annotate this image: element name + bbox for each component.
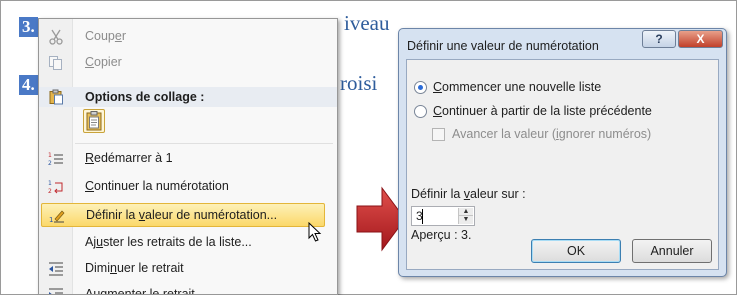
- menu-item-continue-numbering[interactable]: 12 Continuer la numérotation: [39, 175, 337, 199]
- paste-options-header: Options de collage :: [39, 87, 337, 107]
- set-numbering-value-icon: 1: [49, 208, 65, 224]
- menu-item-label: Diminuer le retrait: [85, 261, 184, 275]
- svg-text:2: 2: [48, 188, 52, 195]
- text-caret: [422, 209, 423, 224]
- numbering-value-spinner[interactable]: 3 ▲ ▼: [411, 206, 475, 226]
- checkbox-advance-value[interactable]: Avancer la valeur (ignorer numéros): [432, 127, 651, 141]
- increase-indent-icon: [48, 287, 64, 294]
- help-icon: ?: [655, 32, 663, 46]
- menu-item-label: Définir la valeur de numérotation...: [86, 208, 278, 222]
- svg-text:1: 1: [49, 216, 53, 224]
- help-button[interactable]: ?: [642, 30, 676, 48]
- ok-button[interactable]: OK: [531, 239, 621, 263]
- menu-item-set-numbering-value[interactable]: 1 Définir la valeur de numérotation...: [41, 203, 325, 227]
- cancel-button[interactable]: Annuler: [632, 239, 712, 263]
- radio-continue-previous-list[interactable]: Continuer à partir de la liste précédent…: [414, 104, 652, 118]
- decrease-indent-icon: [48, 261, 64, 277]
- radio-label: Continuer à partir de la liste précédent…: [433, 104, 652, 118]
- dialog-body: Commencer une nouvelle liste Continuer à…: [406, 59, 719, 270]
- spinner-down-button[interactable]: ▼: [459, 216, 473, 224]
- radio-button[interactable]: [414, 104, 427, 118]
- svg-text:1: 1: [48, 152, 52, 159]
- paste-keep-formatting-button[interactable]: [83, 109, 105, 133]
- menu-item-label: Couper: [85, 29, 127, 43]
- continue-numbering-icon: 12: [48, 179, 64, 195]
- preview-label: Aperçu : 3.: [411, 228, 472, 242]
- menu-item-label: Augmenter le retrait: [85, 287, 195, 295]
- clipboard-icon: [48, 89, 64, 105]
- list-number[interactable]: 4.: [19, 75, 38, 95]
- svg-text:1: 1: [48, 180, 52, 187]
- paste-options-label: Options de collage :: [85, 90, 205, 104]
- mouse-pointer-icon: [308, 222, 322, 242]
- spinner-buttons: ▲ ▼: [458, 208, 473, 224]
- close-icon: X: [696, 32, 705, 46]
- dialog-title: Définir une valeur de numérotation: [407, 39, 599, 53]
- dialog-title-bar[interactable]: Définir une valeur de numérotation ? X: [399, 29, 726, 59]
- menu-item-copy[interactable]: Copier: [39, 51, 337, 75]
- value-field-label: Définir la valeur sur :: [411, 187, 526, 201]
- menu-item-restart-at-1[interactable]: 12 Redémarrer à 1: [39, 147, 337, 171]
- menu-item-label: Copier: [85, 55, 122, 69]
- menu-item-adjust-list-indents[interactable]: Ajuster les retraits de la liste...: [39, 231, 337, 255]
- menu-item-label: Redémarrer à 1: [85, 151, 173, 165]
- menu-item-cut[interactable]: Couper: [39, 25, 337, 49]
- heading-fragment-2: roisi: [340, 71, 378, 95]
- radio-label: Commencer une nouvelle liste: [433, 80, 602, 94]
- restart-numbering-icon: 12: [48, 151, 64, 167]
- checkbox-label: Avancer la valeur (ignorer numéros): [452, 127, 652, 141]
- context-menu: Couper Copier Options de collage : 12 Re…: [38, 18, 338, 295]
- checkbox[interactable]: [432, 127, 445, 141]
- menu-item-label: Continuer la numérotation: [85, 179, 229, 193]
- paste-keep-formatting-icon: [86, 111, 102, 131]
- radio-button-selected[interactable]: [414, 80, 427, 94]
- copy-icon: [48, 55, 64, 71]
- radio-start-new-list[interactable]: Commencer une nouvelle liste: [414, 80, 601, 94]
- heading-fragment-1: iveau: [344, 11, 390, 35]
- close-button[interactable]: X: [678, 30, 723, 48]
- menu-separator: [75, 143, 333, 144]
- svg-text:2: 2: [48, 160, 52, 167]
- menu-item-decrease-indent[interactable]: Diminuer le retrait: [39, 257, 337, 281]
- scissors-icon: [48, 29, 64, 45]
- menu-item-increase-indent[interactable]: Augmenter le retrait: [39, 283, 337, 295]
- spinner-up-button[interactable]: ▲: [459, 208, 473, 216]
- menu-item-label: Ajuster les retraits de la liste...: [85, 235, 252, 249]
- list-number[interactable]: 3.: [19, 17, 38, 37]
- set-numbering-value-dialog: Définir une valeur de numérotation ? X C…: [398, 28, 727, 277]
